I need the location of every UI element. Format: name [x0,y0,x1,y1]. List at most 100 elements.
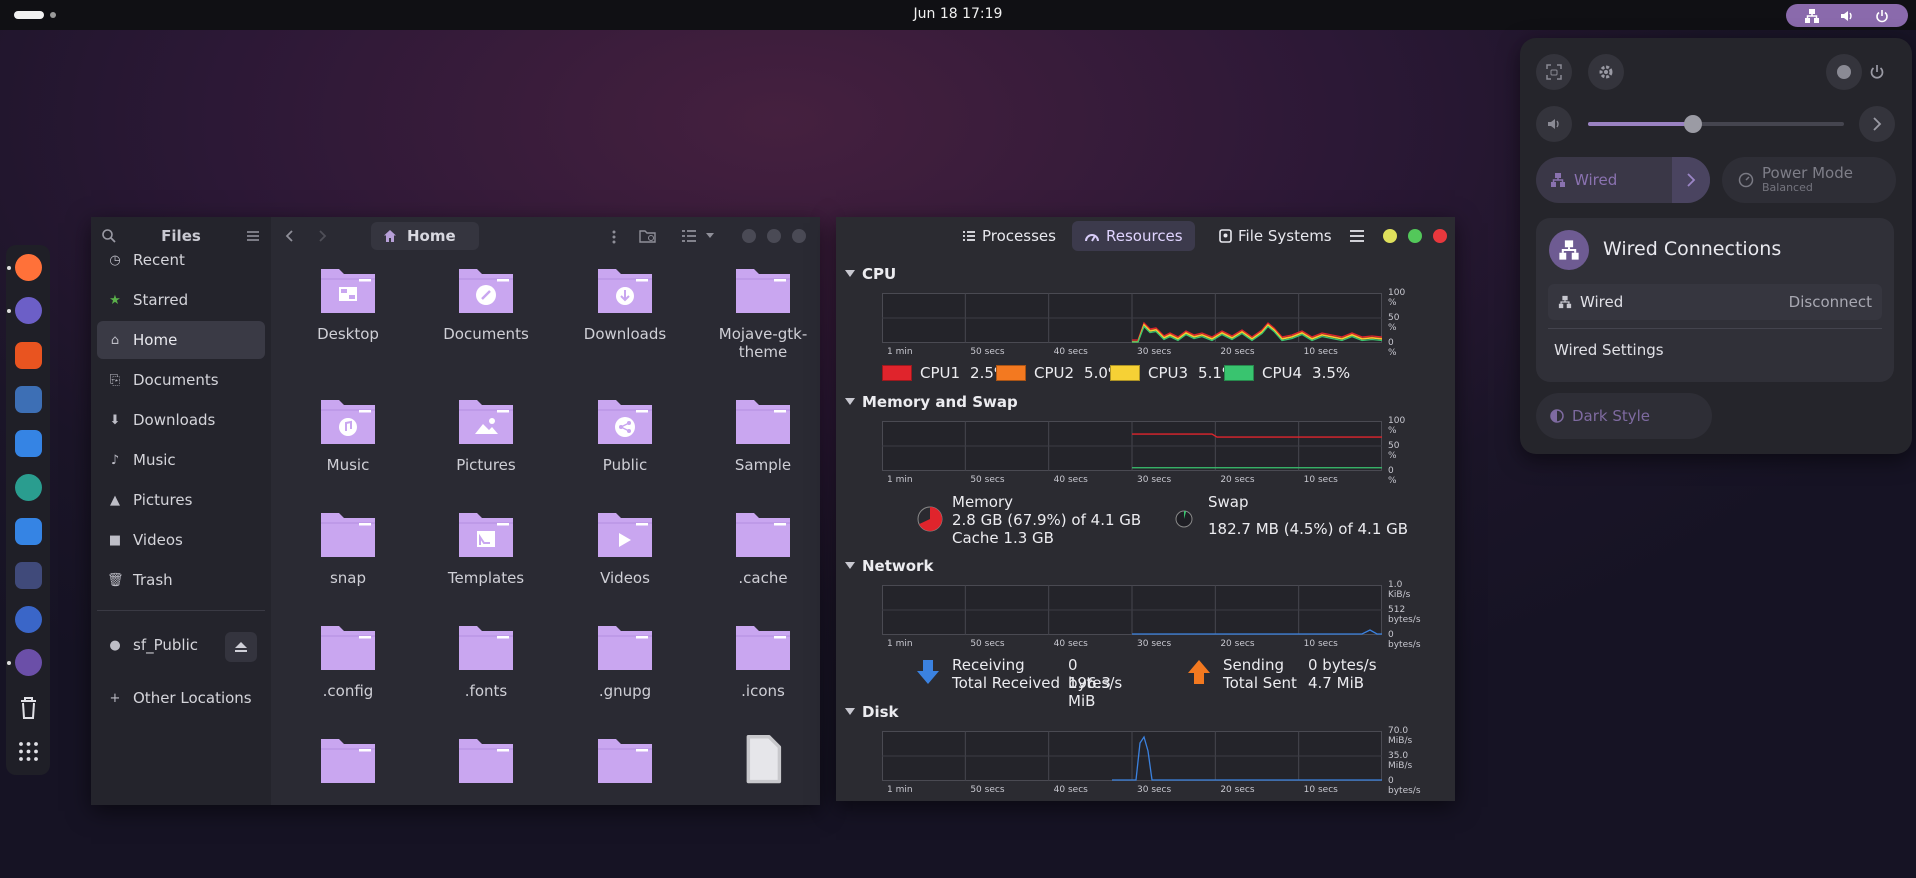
network-section-title[interactable]: Network [844,557,933,575]
disk-section-title[interactable]: Disk [845,703,899,721]
tab-file-systems[interactable]: File Systems [1207,221,1344,251]
clock[interactable]: Jun 18 17:19 [0,6,1916,22]
sidebar-item-home[interactable]: ⌂ Home [97,321,265,359]
sidebar-item-recent[interactable]: ◷ Recent [97,241,265,279]
sidebar-item-music[interactable]: ♪ Music [97,441,265,479]
folder-icon [459,513,513,557]
file-item-snap[interactable]: snap [283,509,413,587]
record-icon [1837,65,1851,79]
app-center-icon[interactable] [15,342,42,369]
new-folder-icon[interactable] [639,228,657,244]
system-tray[interactable] [1786,4,1908,27]
folder-icon [459,626,513,670]
tab-resources[interactable]: Resources [1072,221,1195,251]
text-editor-icon[interactable] [15,518,42,545]
disconnect-button[interactable]: Disconnect [1789,293,1872,311]
file-item-downloads[interactable]: Downloads [560,265,690,343]
disk-graph-canvas [882,731,1382,781]
file-item-pictures[interactable]: Pictures [421,396,551,474]
y-tick-label: 70.0 MiB/s [1388,726,1413,746]
file-item-music[interactable]: Music [283,396,413,474]
file-item-folder[interactable] [698,735,820,789]
chevron-down-icon[interactable] [705,232,715,240]
volume-menu-button[interactable] [1859,106,1895,142]
minimize-button[interactable] [1383,229,1397,243]
file-item-cache[interactable]: .cache [698,509,820,587]
back-icon[interactable] [283,229,297,243]
cpu-legend-cpu2[interactable]: CPU2 5.0% [996,364,1122,382]
sidebar-item-documents[interactable]: ⎘ Documents [97,361,265,399]
extensions-icon[interactable] [15,430,42,457]
path-bar-home[interactable]: Home [371,222,479,250]
file-item-config[interactable]: .config [283,622,413,700]
cpu-section-title[interactable]: CPU [844,265,896,283]
forward-icon[interactable] [315,229,329,243]
app-grid-icon[interactable] [15,738,42,765]
color-swatch[interactable] [1110,365,1140,381]
help-icon[interactable] [15,386,42,413]
color-swatch[interactable] [882,365,912,381]
system-monitor-icon[interactable] [15,649,42,676]
disk-icon[interactable] [15,474,42,501]
file-item-gnupg[interactable]: .gnupg [560,622,690,700]
maximize-button[interactable] [1408,229,1422,243]
file-item-public[interactable]: Public [560,396,690,474]
file-item-mojave-gtk-theme[interactable]: Mojave-gtk-theme [698,265,820,361]
running-indicator [7,661,11,665]
sidebar-item-pictures[interactable]: ▲ Pictures [97,481,265,519]
connection-name: Wired [1580,293,1624,311]
firefox-icon[interactable] [15,254,42,281]
minimize-button[interactable] [742,229,756,243]
color-swatch[interactable] [996,365,1026,381]
settings-icon[interactable] [15,606,42,633]
screenshot-button[interactable] [1536,54,1572,90]
close-button[interactable] [792,229,806,243]
lock-button[interactable] [1826,54,1862,90]
system-monitor-window: Processes Resources File Systems CPU 1 m… [836,217,1455,801]
maximize-button[interactable] [767,229,781,243]
sidebar-item-other-locations[interactable]: + Other Locations [97,679,265,717]
file-item-fonts[interactable]: .fonts [421,622,551,700]
volume-slider[interactable] [1588,115,1844,133]
wired-menu-button[interactable] [1672,157,1710,203]
dark-style-toggle[interactable]: Dark Style [1536,393,1712,439]
tab-label: Processes [982,227,1056,245]
more-icon[interactable] [611,229,617,245]
file-item-templates[interactable]: Templates [421,509,551,587]
sidebar-item-starred[interactable]: ★ Starred [97,281,265,319]
x-tick-label: 40 secs [1053,639,1088,649]
connection-row[interactable]: Wired Disconnect [1548,284,1882,320]
power-button[interactable] [1859,54,1895,90]
color-swatch[interactable] [1224,365,1254,381]
file-item-sample[interactable]: Sample [698,396,820,474]
thunderbird-icon[interactable] [15,297,42,324]
cpu-legend-cpu4[interactable]: CPU4 3.5% [1224,364,1350,382]
volume-mute-button[interactable] [1536,106,1572,142]
sidebar-item-videos[interactable]: ■ Videos [97,521,265,559]
wired-settings-item[interactable]: Wired Settings [1554,341,1664,359]
cpu-legend-cpu1[interactable]: CPU1 2.5% [882,364,1008,382]
view-list-icon[interactable] [681,229,697,243]
sidebar-item-trash[interactable]: 🗑 Trash [97,561,265,599]
file-item-videos[interactable]: Videos [560,509,690,587]
file-item-folder[interactable] [560,735,690,789]
file-item-folder[interactable] [421,735,551,789]
close-button[interactable] [1433,229,1447,243]
sidebar-item-downloads[interactable]: ⬇ Downloads [97,401,265,439]
folder-icon [736,513,790,557]
cpu-legend-cpu3[interactable]: CPU3 5.1% [1110,364,1236,382]
settings-button[interactable] [1588,54,1624,90]
file-item-icons[interactable]: .icons [698,622,820,700]
menu-icon[interactable] [1349,229,1365,243]
eject-button[interactable] [225,632,257,662]
terminal-icon[interactable] [15,562,42,589]
volume-slider-handle[interactable] [1683,115,1702,133]
memory-section-title[interactable]: Memory and Swap [845,393,1018,411]
trash-icon[interactable] [15,694,42,721]
wired-toggle[interactable]: Wired [1536,157,1710,203]
tab-processes[interactable]: Processes [950,221,1068,251]
file-item-desktop[interactable]: Desktop [283,265,413,343]
file-item-documents[interactable]: Documents [421,265,551,343]
file-item-folder[interactable] [283,735,413,789]
power-mode-toggle[interactable]: Power Mode Balanced [1722,157,1896,203]
